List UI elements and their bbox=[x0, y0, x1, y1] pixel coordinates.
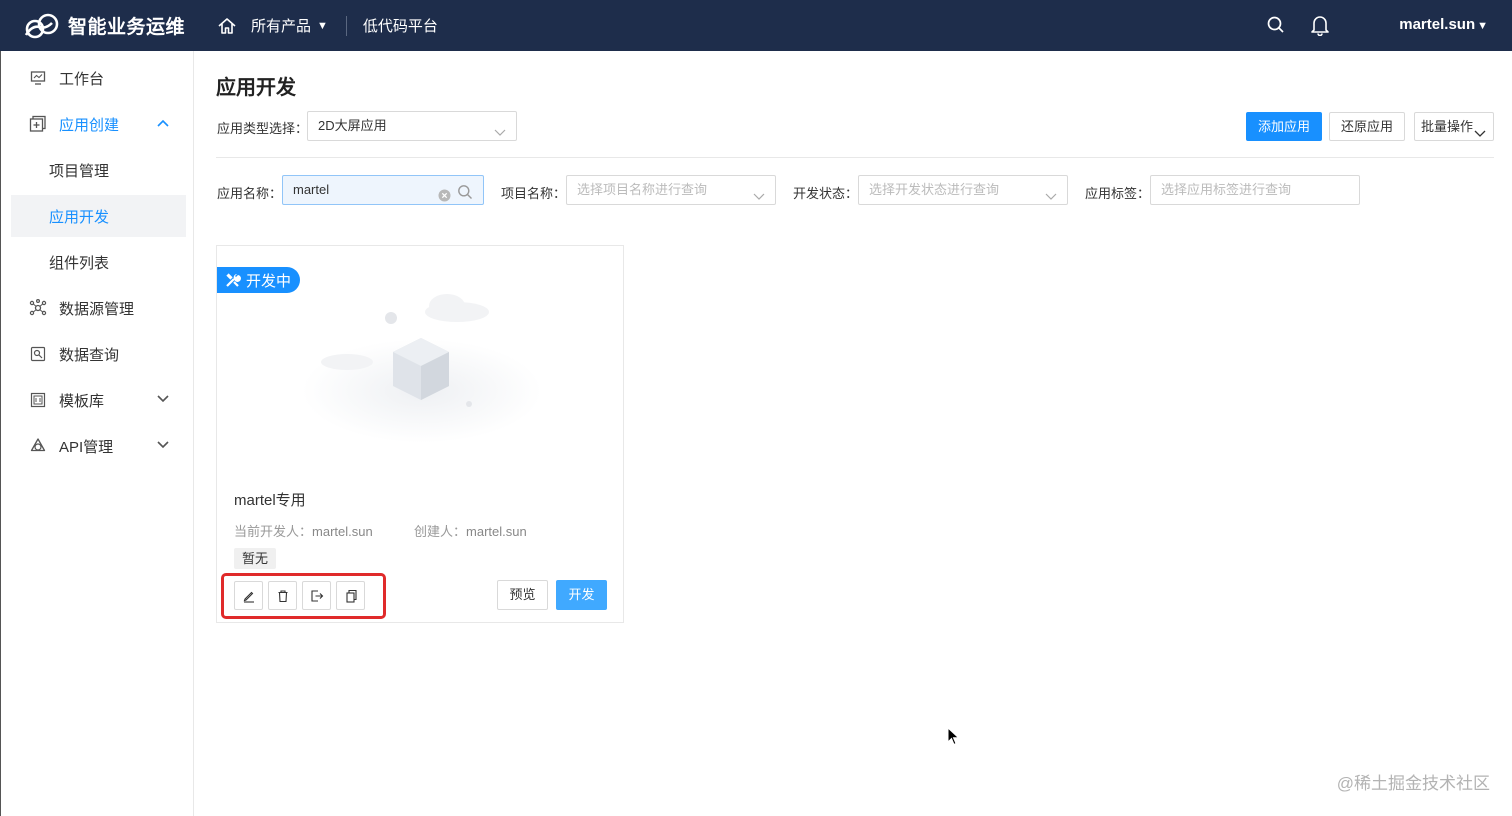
user-menu[interactable]: martel.sun ▼ bbox=[1399, 16, 1488, 33]
app-tag-select[interactable]: 选择应用标签进行查询 bbox=[1150, 175, 1360, 205]
chevron-down-icon bbox=[753, 184, 765, 212]
sidebar-item-project-management[interactable]: 项目管理 bbox=[11, 149, 186, 191]
sidebar-item-label: 数据源管理 bbox=[59, 300, 135, 318]
sidebar-item-app-development[interactable]: 应用开发 bbox=[11, 195, 186, 237]
delete-button[interactable] bbox=[268, 581, 297, 610]
top-navbar: 智能业务运维 所有产品 ▼ 低代码平台 martel.sun ▼ bbox=[0, 0, 1512, 51]
app-tag: 暂无 bbox=[234, 548, 277, 569]
search-button[interactable] bbox=[1266, 15, 1286, 40]
dev-status-placeholder: 选择开发状态进行查询 bbox=[869, 182, 1000, 197]
bell-icon bbox=[1311, 16, 1329, 37]
cloud-logo-icon bbox=[24, 13, 59, 38]
creator-value: martel.sun bbox=[466, 524, 527, 539]
search-icon[interactable] bbox=[457, 182, 473, 210]
all-products-label: 所有产品 bbox=[251, 18, 312, 35]
home-button[interactable] bbox=[217, 16, 237, 36]
sidebar: 工作台 应用创建 项目管理 应用开发 组件列表 数据源管理 数据查询 模板库 A… bbox=[0, 51, 194, 816]
tools-icon bbox=[226, 273, 241, 287]
brand[interactable]: 智能业务运维 bbox=[24, 12, 185, 39]
mouse-cursor-icon bbox=[947, 727, 960, 746]
sidebar-item-label: 应用创建 bbox=[59, 116, 120, 134]
copy-icon bbox=[345, 589, 357, 603]
chevron-up-icon bbox=[156, 116, 170, 134]
preview-button[interactable]: 预览 bbox=[497, 580, 548, 610]
creator-info: 创建人：martel.sun bbox=[414, 521, 527, 540]
sidebar-item-datasource[interactable]: 数据源管理 bbox=[11, 287, 186, 329]
sidebar-item-workbench[interactable]: 工作台 bbox=[11, 57, 186, 99]
creator-label: 创建人： bbox=[414, 524, 467, 539]
developer-info: 当前开发人：martel.sun bbox=[234, 521, 373, 540]
datasource-icon bbox=[29, 299, 47, 317]
project-name-placeholder: 选择项目名称进行查询 bbox=[577, 182, 708, 197]
divider bbox=[216, 157, 1494, 158]
export-icon bbox=[310, 589, 323, 602]
sidebar-item-app-create[interactable]: 应用创建 bbox=[11, 103, 186, 145]
api-icon bbox=[29, 437, 47, 455]
home-icon bbox=[218, 17, 236, 34]
sidebar-item-label: API管理 bbox=[59, 438, 114, 456]
dev-status-label: 开发状态： bbox=[793, 186, 859, 201]
app-name-value: martel bbox=[293, 182, 330, 197]
template-icon bbox=[29, 391, 47, 409]
app-name-input[interactable]: martel bbox=[282, 175, 484, 205]
status-badge-label: 开发中 bbox=[246, 272, 292, 290]
sidebar-item-data-query[interactable]: 数据查询 bbox=[11, 333, 186, 375]
status-badge: 开发中 bbox=[217, 267, 300, 293]
copy-button[interactable] bbox=[336, 581, 365, 610]
add-app-button[interactable]: 添加应用 bbox=[1246, 112, 1322, 141]
app-name-label: 应用名称： bbox=[217, 186, 283, 201]
all-products-dropdown[interactable]: 所有产品 ▼ bbox=[251, 15, 328, 36]
app-tag-placeholder: 选择应用标签进行查询 bbox=[1161, 182, 1292, 197]
username: martel.sun bbox=[1399, 16, 1476, 33]
batch-operation-label: 批量操作 bbox=[1421, 119, 1474, 134]
caret-down-icon: ▼ bbox=[1477, 20, 1488, 32]
sidebar-item-label: 工作台 bbox=[59, 70, 105, 88]
restore-app-button[interactable]: 还原应用 bbox=[1329, 112, 1405, 141]
edit-icon bbox=[243, 591, 254, 603]
query-icon bbox=[29, 345, 47, 363]
brand-title: 智能业务运维 bbox=[68, 17, 186, 38]
app-type-value: 2D大屏应用 bbox=[318, 118, 387, 133]
sidebar-item-label: 数据查询 bbox=[59, 346, 120, 364]
sidebar-item-api-management[interactable]: API管理 bbox=[11, 425, 186, 467]
chevron-down-icon bbox=[494, 120, 506, 148]
search-icon bbox=[1267, 16, 1284, 33]
plus-square-icon bbox=[29, 115, 47, 133]
export-button[interactable] bbox=[302, 581, 331, 610]
developer-label: 当前开发人： bbox=[234, 524, 313, 539]
monitor-icon bbox=[29, 69, 47, 87]
sidebar-item-component-list[interactable]: 组件列表 bbox=[11, 241, 186, 283]
app-type-label: 应用类型选择： bbox=[217, 121, 309, 136]
app-type-select[interactable]: 2D大屏应用 bbox=[307, 111, 517, 141]
develop-button[interactable]: 开发 bbox=[556, 580, 607, 610]
page-title: 应用开发 bbox=[216, 77, 296, 99]
clear-icon[interactable] bbox=[438, 184, 451, 212]
app-tag-label: 应用标签： bbox=[1085, 186, 1151, 201]
caret-down-icon: ▼ bbox=[317, 19, 328, 32]
sidebar-item-template-library[interactable]: 模板库 bbox=[11, 379, 186, 421]
chevron-down-icon bbox=[1045, 184, 1057, 212]
notification-button[interactable] bbox=[1310, 14, 1330, 41]
developer-value: martel.sun bbox=[312, 524, 373, 539]
chevron-down-icon bbox=[156, 392, 170, 410]
edit-button[interactable] bbox=[234, 581, 263, 610]
batch-operation-dropdown[interactable]: 批量操作 bbox=[1414, 112, 1494, 141]
project-name-label: 项目名称： bbox=[501, 186, 567, 201]
chevron-down-icon bbox=[156, 438, 170, 456]
empty-cube-illustration bbox=[302, 294, 542, 443]
app-name: martel专用 bbox=[234, 492, 306, 509]
trash-icon bbox=[278, 589, 287, 602]
sidebar-item-label: 模板库 bbox=[59, 392, 105, 410]
divider bbox=[345, 15, 347, 36]
app-card[interactable]: 开发中 martel专用 当前开发人：martel.sun 创建人：martel… bbox=[216, 245, 624, 623]
chevron-down-icon bbox=[1474, 121, 1486, 148]
watermark: @稀土掘金技术社区 bbox=[1336, 774, 1490, 793]
main-content: 应用开发 应用类型选择： 2D大屏应用 添加应用 还原应用 批量操作 应用名称：… bbox=[195, 51, 1512, 816]
project-name-select[interactable]: 选择项目名称进行查询 bbox=[566, 175, 776, 205]
lowcode-platform-link[interactable]: 低代码平台 bbox=[363, 15, 438, 36]
dev-status-select[interactable]: 选择开发状态进行查询 bbox=[858, 175, 1068, 205]
